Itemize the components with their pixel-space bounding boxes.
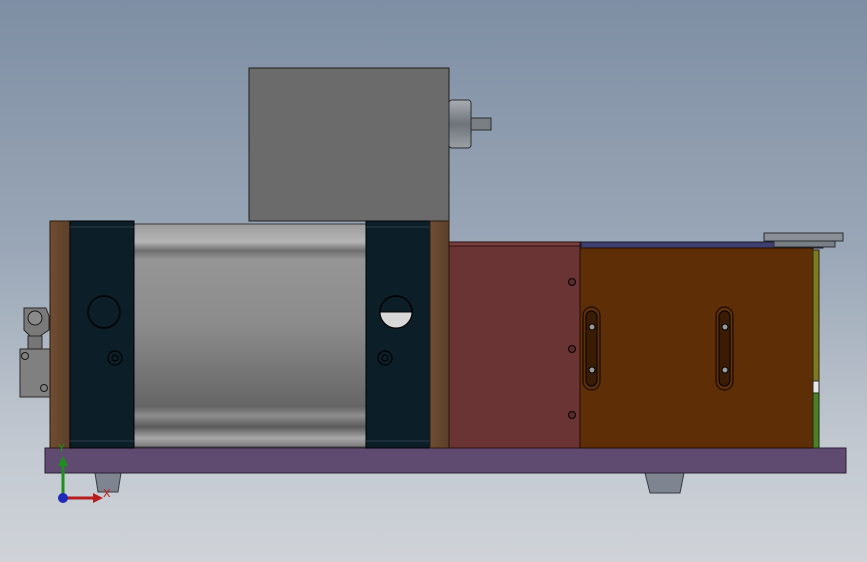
triad-y-arrowhead — [58, 456, 68, 466]
triad-x-label: X — [103, 487, 111, 500]
triad-y-label: Y — [58, 442, 65, 455]
triad-z-origin — [58, 493, 68, 503]
cad-graphics-viewport[interactable]: Y X — [0, 0, 867, 562]
coordinate-triad — [58, 456, 103, 503]
triad-x-arrowhead — [93, 493, 103, 503]
